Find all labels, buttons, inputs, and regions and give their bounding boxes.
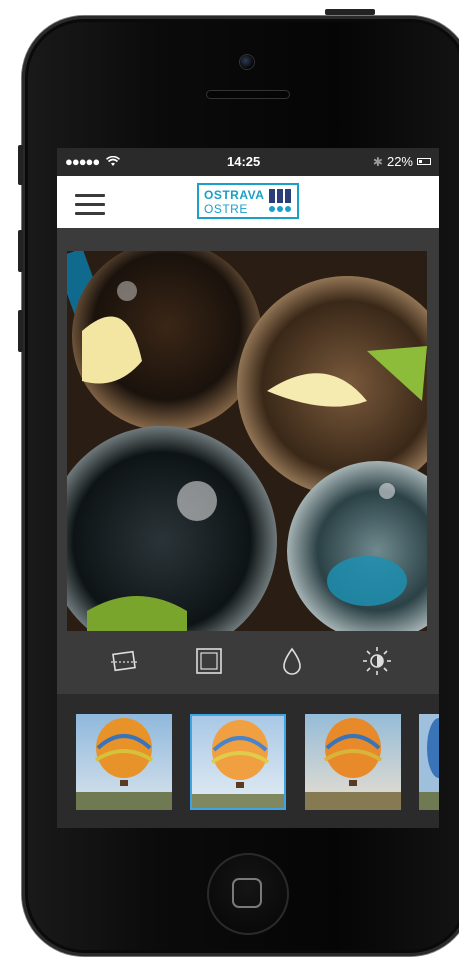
logo-line-2: OSTRE [204, 202, 248, 216]
logo-bars [269, 189, 291, 203]
filter-thumbnail-2[interactable] [190, 714, 286, 810]
power-button [325, 9, 375, 15]
app-screen: ●●●●● 14:25 ✱ 22% OSTRAVA OSTRE [57, 148, 439, 828]
crop-rotate-icon[interactable] [109, 646, 139, 676]
status-right: ✱ 22% [373, 154, 431, 169]
volume-up-button [18, 230, 23, 272]
hamburger-menu-icon[interactable] [75, 194, 105, 215]
logo-dots [269, 206, 291, 212]
status-time: 14:25 [227, 154, 261, 169]
home-square-icon [232, 878, 262, 908]
battery-percent: 22% [386, 154, 413, 169]
volume-down-button [18, 310, 23, 352]
photo-content [67, 251, 427, 631]
frame-icon[interactable] [194, 646, 224, 676]
app-header: OSTRAVA OSTRE [57, 176, 439, 228]
filter-thumbnail-1[interactable] [76, 714, 172, 810]
filter-thumbnail-3[interactable] [305, 714, 401, 810]
filter-tray [57, 694, 439, 828]
mute-switch [18, 145, 23, 185]
signal-strength: ●●●●● [65, 154, 120, 169]
logo-line-1: OSTRAVA [204, 188, 265, 202]
wifi-icon [105, 155, 120, 166]
brightness-icon[interactable] [362, 646, 392, 676]
status-bar: ●●●●● 14:25 ✱ 22% [57, 148, 439, 176]
app-logo: OSTRAVA OSTRE [197, 183, 299, 219]
filter-thumbnail-4[interactable] [419, 714, 439, 810]
front-camera [240, 55, 254, 69]
battery-icon [417, 158, 431, 165]
main-photo[interactable] [67, 251, 427, 631]
edit-toolbar [57, 638, 439, 684]
earpiece-speaker [206, 90, 290, 99]
bluetooth-icon: ✱ [372, 154, 383, 169]
drop-icon[interactable] [277, 646, 307, 676]
